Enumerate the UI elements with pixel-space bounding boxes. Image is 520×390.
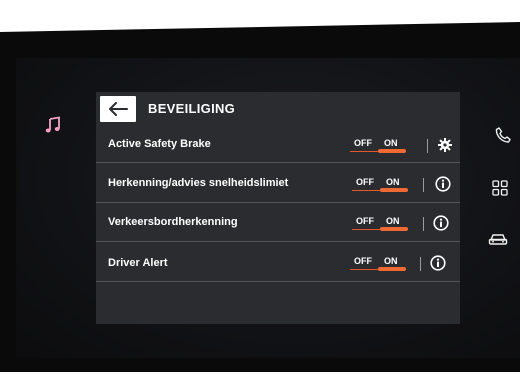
row-divider: [427, 139, 428, 153]
row-divider: [420, 257, 421, 271]
toggle-on-label: ON: [386, 177, 400, 187]
info-icon[interactable]: [433, 215, 449, 231]
info-icon[interactable]: [435, 176, 451, 192]
toggle-speed-limit[interactable]: OFF ON: [350, 175, 410, 195]
gear-icon[interactable]: [437, 137, 453, 153]
row-divider: [423, 178, 424, 192]
page-title: BEVEILIGING: [148, 101, 236, 116]
security-settings-panel: BEVEILIGING Active Safety Brake OFF ON H…: [96, 92, 460, 324]
setting-label: Driver Alert: [108, 257, 168, 269]
phone-icon[interactable]: [494, 126, 512, 144]
toggle-on-label: ON: [384, 256, 398, 266]
arrow-left-icon: [109, 102, 128, 116]
toggle-knob: [378, 149, 406, 153]
apps-grid-icon[interactable]: [492, 180, 508, 196]
toggle-knob: [380, 188, 408, 192]
toggle-on-label: ON: [384, 138, 398, 148]
toggle-on-label: ON: [386, 216, 400, 226]
left-rail: [16, 58, 88, 358]
toggle-off-label: OFF: [356, 216, 374, 226]
toggle-knob: [378, 267, 406, 271]
setting-row-driver-alert: Driver Alert OFF ON: [96, 242, 460, 282]
toggle-off-label: OFF: [354, 138, 372, 148]
toggle-off-label: OFF: [356, 177, 374, 187]
right-rail: [478, 58, 520, 358]
music-icon[interactable]: [44, 116, 62, 134]
setting-row-traffic-sign: Verkeersbordherkenning OFF ON: [96, 203, 460, 242]
toggle-off-label: OFF: [354, 256, 372, 266]
car-icon[interactable]: [488, 231, 508, 247]
toggle-traffic-sign[interactable]: OFF ON: [350, 214, 410, 234]
setting-label: Active Safety Brake: [108, 138, 211, 150]
setting-row-active-safety-brake: Active Safety Brake OFF ON: [96, 126, 460, 163]
setting-label: Herkenning/advies snelheidslimiet: [108, 177, 289, 189]
setting-label: Verkeersbordherkenning: [108, 216, 238, 228]
setting-row-speed-limit: Herkenning/advies snelheidslimiet OFF ON: [96, 163, 460, 203]
row-divider: [423, 217, 424, 231]
toggle-knob: [380, 227, 408, 231]
panel-header: BEVEILIGING: [96, 92, 460, 126]
back-button[interactable]: [100, 96, 136, 122]
toggle-driver-alert[interactable]: OFF ON: [348, 254, 408, 274]
toggle-active-safety-brake[interactable]: OFF ON: [348, 136, 408, 156]
info-icon[interactable]: [430, 255, 446, 271]
